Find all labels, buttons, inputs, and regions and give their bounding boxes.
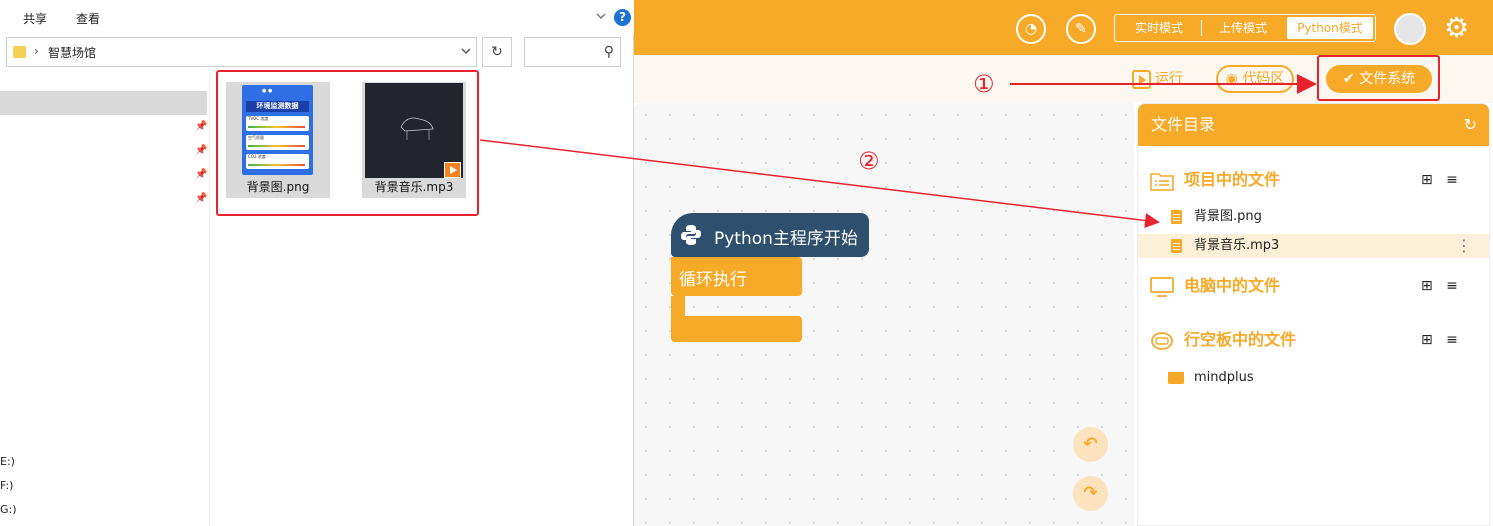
- file-name: 背景图.png: [1194, 209, 1262, 224]
- run-label: 运行: [1155, 71, 1183, 87]
- annotation-step-1: ①: [973, 70, 995, 98]
- block-workspace[interactable]: [634, 103, 1134, 526]
- help-button[interactable]: ?: [614, 9, 631, 26]
- chevron-down-icon[interactable]: [460, 45, 472, 57]
- play-icon: [1132, 69, 1151, 89]
- loop-block-arm: [671, 296, 685, 316]
- add-file-icon[interactable]: ⊞: [1421, 172, 1433, 188]
- section-actions: ⊞ ≡: [1421, 166, 1458, 194]
- code-label: 代码区: [1242, 71, 1285, 87]
- menu-icon[interactable]: ≡: [1446, 278, 1458, 294]
- refresh-button[interactable]: ↻: [482, 37, 512, 67]
- mode-realtime[interactable]: 实时模式: [1121, 17, 1197, 39]
- pin-icon: 📌: [195, 193, 208, 204]
- refresh-icon[interactable]: ↻: [1464, 104, 1477, 146]
- file-icon: [1171, 210, 1182, 224]
- ribbon: 共享 查看 ?: [0, 0, 634, 34]
- nav-item-selected[interactable]: [0, 91, 207, 115]
- loop-block-foot: [671, 316, 802, 342]
- panel-header: 文件目录 ↻: [1138, 104, 1489, 146]
- section-title: 项目中的文件: [1184, 170, 1281, 189]
- file-icon: [1171, 239, 1182, 253]
- section-computer-files[interactable]: 电脑中的文件: [1150, 272, 1280, 300]
- python-icon: [681, 225, 701, 245]
- breadcrumb[interactable]: 智慧场馆: [48, 44, 96, 61]
- search-icon: ⚲: [603, 44, 614, 60]
- list-item[interactable]: 背景图.png: [1138, 205, 1489, 229]
- app-header: ◔ ✎ 实时模式 上传模式 Python模式 ⚙: [634, 0, 1493, 55]
- loop-block[interactable]: 循环执行: [671, 257, 802, 296]
- section-board-files[interactable]: 行空板中的文件: [1150, 326, 1296, 354]
- search-input[interactable]: ⚲: [524, 37, 621, 67]
- divider: [1201, 20, 1202, 36]
- file-directory-panel: 文件目录 ↻ 项目中的文件 ⊞ ≡ 背景图.png 背景音乐.mp3 ⋮ 电脑中…: [1137, 103, 1490, 526]
- list-item[interactable]: 背景音乐.mp3 ⋮: [1138, 234, 1489, 258]
- pin-icon: 📌: [195, 169, 208, 180]
- file-name: 背景音乐.mp3: [1194, 238, 1280, 253]
- run-button[interactable]: 运行: [1132, 65, 1183, 93]
- list-item[interactable]: mindplus: [1138, 366, 1489, 390]
- mode-upload[interactable]: 上传模式: [1205, 17, 1281, 39]
- annotation-step-2: ②: [858, 147, 880, 175]
- address-bar[interactable]: › 智慧场馆: [6, 37, 477, 67]
- ribbon-tab-view[interactable]: 查看: [76, 10, 100, 27]
- pin-icon: 📌: [195, 145, 208, 156]
- avatar[interactable]: [1394, 13, 1426, 45]
- folder-icon: [1168, 372, 1184, 384]
- menu-icon[interactable]: ≡: [1446, 332, 1458, 348]
- section-project-files[interactable]: 项目中的文件: [1150, 166, 1280, 194]
- folder-name: mindplus: [1194, 370, 1254, 385]
- menu-icon[interactable]: ≡: [1446, 172, 1458, 188]
- folder-list-icon: [1150, 172, 1174, 191]
- add-file-icon[interactable]: ⊞: [1421, 332, 1433, 348]
- section-title: 电脑中的文件: [1184, 276, 1281, 295]
- section-actions: ⊞ ≡: [1421, 272, 1458, 300]
- annotation-frame-file-system: [1317, 55, 1440, 101]
- python-main-start-block[interactable]: Python主程序开始: [671, 213, 869, 257]
- section-title: 行空板中的文件: [1184, 330, 1297, 349]
- screen: 共享 查看 ? › 智慧场馆 ↻ ⚲ 📌 📌 📌 📌 E:) F:) G:) ●…: [0, 0, 1493, 526]
- monitor-icon: [1150, 276, 1174, 297]
- code-area-button[interactable]: ◉ 代码区: [1216, 65, 1294, 93]
- block-label: 循环执行: [679, 270, 747, 290]
- section-actions: ⊞ ≡: [1421, 326, 1458, 354]
- mode-switch: 实时模式 上传模式 Python模式: [1114, 14, 1376, 42]
- navigation-pane: 📌 📌 📌 📌 E:) F:) G:): [0, 74, 210, 526]
- drive-item-e[interactable]: E:): [0, 455, 15, 468]
- dashboard-icon[interactable]: ◔: [1016, 14, 1046, 44]
- annotation-frame-files: [216, 70, 479, 216]
- drive-item-f[interactable]: F:): [0, 479, 13, 492]
- add-file-icon[interactable]: ⊞: [1421, 278, 1433, 294]
- panel-title: 文件目录: [1151, 115, 1216, 134]
- mode-python[interactable]: Python模式: [1287, 17, 1373, 39]
- folder-icon: [13, 46, 26, 58]
- gear-icon[interactable]: ⚙: [1444, 12, 1469, 44]
- breadcrumb-separator: ›: [34, 44, 39, 58]
- board-icon: [1151, 331, 1173, 350]
- block-label: Python主程序开始: [714, 229, 858, 249]
- redo-button[interactable]: ↷: [1073, 476, 1108, 511]
- file-explorer-window: 共享 查看 ? › 智慧场馆 ↻ ⚲ 📌 📌 📌 📌 E:) F:) G:) ●…: [0, 0, 634, 526]
- pin-icon: 📌: [195, 121, 208, 132]
- undo-button[interactable]: ↶: [1073, 427, 1108, 462]
- code-icon: ◉: [1225, 71, 1243, 87]
- drive-item-g[interactable]: G:): [0, 503, 17, 516]
- edit-icon[interactable]: ✎: [1066, 14, 1096, 44]
- ribbon-tab-share[interactable]: 共享: [23, 10, 47, 27]
- more-icon[interactable]: ⋮: [1456, 234, 1472, 258]
- chevron-down-icon[interactable]: [594, 9, 608, 23]
